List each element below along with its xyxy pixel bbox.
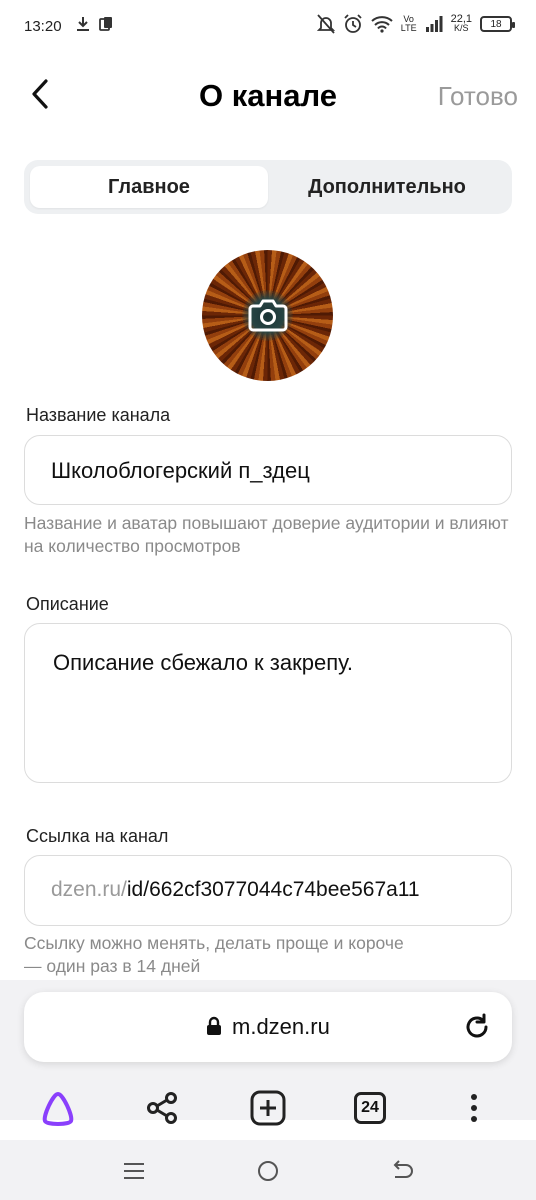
channel-link-helper: Ссылку можно менять, делать проще и коро… bbox=[24, 933, 404, 976]
bell-muted-icon bbox=[316, 14, 335, 34]
channel-link-input[interactable]: dzen.ru/id/662cf3077044c74bee567a11 bbox=[24, 855, 512, 926]
link-value: id/662cf3077044c74bee567a11 bbox=[126, 878, 420, 901]
alice-icon bbox=[42, 1092, 74, 1126]
status-time: 13:20 bbox=[24, 18, 62, 35]
app-notification-icon bbox=[99, 17, 112, 31]
more-vertical-icon bbox=[471, 1094, 477, 1122]
home-circle-icon bbox=[258, 1161, 278, 1181]
description-value: Описание сбежало к закрепу. bbox=[53, 650, 354, 675]
plus-square-icon bbox=[250, 1090, 286, 1126]
download-icon bbox=[77, 17, 89, 31]
home-button[interactable] bbox=[253, 1156, 283, 1186]
status-bar: 13:20 Vo LTE 22,1 K/S 18 bbox=[0, 0, 536, 54]
tabs-switcher-button[interactable]: 24 bbox=[348, 1086, 392, 1130]
alarm-icon bbox=[344, 14, 362, 33]
battery-icon: 18 bbox=[480, 16, 515, 32]
tabs-count: 24 bbox=[354, 1092, 386, 1124]
address-bar[interactable]: m.dzen.ru bbox=[24, 992, 512, 1062]
browser-toolbar: 24 bbox=[0, 1078, 536, 1138]
wifi-icon bbox=[371, 16, 393, 33]
description-label: Описание bbox=[26, 594, 109, 614]
menu-lines-icon bbox=[124, 1163, 144, 1179]
share-button[interactable] bbox=[140, 1086, 184, 1130]
new-tab-button[interactable] bbox=[246, 1086, 290, 1130]
channel-name-value: Школоблогерский п_здец bbox=[51, 458, 310, 483]
header: О канале Готово bbox=[0, 60, 536, 132]
segmented-tabs: Главное Дополнительно bbox=[24, 160, 512, 214]
menu-button[interactable] bbox=[452, 1086, 496, 1130]
network-type: Vo LTE bbox=[400, 14, 417, 33]
link-prefix: dzen.ru/ bbox=[51, 878, 127, 901]
tab-main[interactable]: Главное bbox=[30, 166, 268, 208]
done-button[interactable]: Готово bbox=[438, 81, 518, 112]
recents-button[interactable] bbox=[119, 1156, 149, 1186]
back-system-button[interactable] bbox=[387, 1156, 417, 1186]
camera-icon bbox=[248, 299, 288, 332]
channel-avatar[interactable] bbox=[202, 250, 333, 381]
signal-icon bbox=[425, 16, 443, 32]
lock-icon bbox=[207, 1016, 221, 1035]
return-arrow-icon bbox=[393, 1160, 413, 1178]
description-textarea[interactable]: Описание сбежало к закрепу. bbox=[24, 623, 512, 783]
channel-name-helper: Название и аватар повышают доверие аудит… bbox=[24, 513, 509, 556]
channel-name-input[interactable]: Школоблогерский п_здец bbox=[24, 435, 512, 505]
share-icon bbox=[147, 1092, 177, 1124]
network-speed: 22,1 K/S bbox=[450, 13, 472, 33]
reload-icon[interactable] bbox=[462, 1012, 492, 1042]
channel-link-label: Ссылка на канал bbox=[26, 826, 169, 846]
channel-name-label: Название канала bbox=[26, 405, 171, 425]
system-navigation-bar bbox=[0, 1140, 536, 1200]
tab-additional[interactable]: Дополнительно bbox=[268, 166, 506, 208]
address-text: m.dzen.ru bbox=[232, 1014, 330, 1039]
alice-button[interactable] bbox=[36, 1086, 80, 1130]
